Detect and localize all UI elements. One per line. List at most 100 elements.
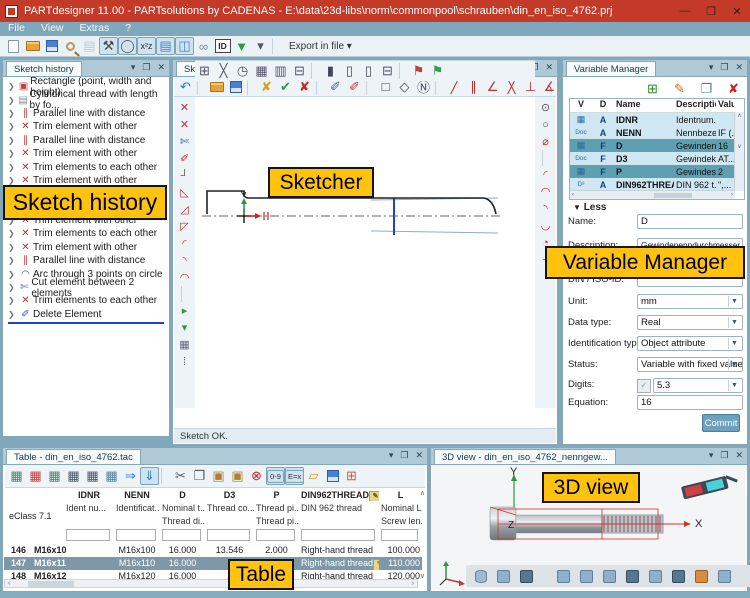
notes-icon[interactable]: ▤ — [80, 37, 99, 55]
variable-row-idnr[interactable]: ▦AIDNRIdentnum... — [570, 113, 744, 126]
fillet-1-icon[interactable]: ◜ — [175, 235, 194, 252]
scroll-left-icon[interactable]: ‹ — [572, 192, 574, 198]
chamfer-3-icon[interactable]: ◸ — [175, 218, 194, 235]
numeric-format-icon[interactable]: 0-9 — [266, 467, 285, 485]
maximize-button[interactable]: ❐ — [698, 5, 724, 18]
expand-chevron-icon[interactable]: ❯ — [8, 96, 17, 105]
hierarchy-icon[interactable]: ⊞ — [342, 467, 361, 485]
history-item-trim-both[interactable]: ❯✕Trim elements to each other — [4, 160, 168, 173]
dropdown-arrow-icon[interactable]: ▼ — [728, 296, 740, 307]
pane-menu-icon[interactable]: ▾ — [709, 450, 714, 461]
less-toggle[interactable]: ▼ Less — [573, 202, 607, 213]
expand-chevron-icon[interactable]: ❯ — [8, 310, 18, 319]
scroll-thumb[interactable] — [28, 581, 74, 587]
flag-green-icon[interactable]: ⚑ — [428, 62, 447, 80]
history-item-parallel-line[interactable]: ❯∥Parallel line with distance — [4, 107, 168, 120]
delete-variable-icon[interactable]: ✘ — [724, 80, 743, 98]
history-item-parallel-line[interactable]: ❯∥Parallel line with distance — [4, 134, 168, 147]
view-cylinder-icon[interactable] — [471, 567, 490, 585]
copy-variable-icon[interactable]: ❐ — [697, 80, 716, 98]
column-header-l[interactable]: L — [379, 489, 422, 501]
view-cube-icon[interactable] — [494, 567, 513, 585]
history-item-delete-element[interactable]: ❯✐Delete Element — [4, 308, 168, 321]
texture-icon[interactable] — [692, 567, 711, 585]
menu-view[interactable]: View — [41, 22, 64, 36]
menu-extras[interactable]: Extras — [80, 22, 110, 36]
circle-center-icon[interactable]: ⊙ — [536, 99, 555, 116]
column-header-d3[interactable]: D3 — [205, 489, 254, 501]
identification-type-field[interactable]: Object attribute▼ — [637, 336, 743, 351]
pane-maximize-icon[interactable]: ❐ — [400, 450, 408, 461]
filter-input-d3[interactable] — [207, 529, 250, 541]
pane-close-icon[interactable]: ✕ — [415, 450, 423, 461]
paste-special-icon[interactable]: ▣ — [228, 467, 247, 485]
pane-close-icon[interactable]: ✕ — [735, 62, 743, 73]
new-document-icon[interactable] — [4, 37, 23, 55]
quick-export-icon[interactable]: ▼ — [232, 37, 251, 55]
save-table-icon[interactable] — [323, 467, 342, 485]
pane-maximize-icon[interactable]: ❐ — [142, 62, 150, 73]
dropdown-arrow-icon[interactable]: ▼ — [728, 380, 740, 391]
trim-1-icon[interactable]: ✕ — [175, 99, 194, 116]
arc-2-icon[interactable]: ◠ — [536, 183, 555, 200]
pane-close-icon[interactable]: ✕ — [545, 62, 553, 73]
scroll-right-icon[interactable]: › — [412, 580, 414, 587]
tab-3d-view[interactable]: 3D view - din_en_iso_4762_nenngew... — [434, 449, 616, 464]
fillet-3-icon[interactable]: ◠ — [175, 269, 194, 286]
chamfer-2-icon[interactable]: ◿ — [175, 201, 194, 218]
ellipse-mode-icon[interactable]: ◯ — [118, 37, 137, 55]
scroll-right-icon[interactable]: › — [731, 192, 733, 198]
variable-row-d3[interactable]: DocFD3Gewindek...AT... — [570, 152, 744, 165]
angle-tool-icon[interactable]: ∡ — [540, 78, 559, 96]
dropdown-arrow-icon[interactable]: ▼ — [728, 359, 740, 370]
equation-format-icon[interactable]: E=x — [285, 467, 304, 485]
scroll-left-icon[interactable]: ‹ — [8, 580, 10, 587]
fillet-2-icon[interactable]: ◝ — [175, 252, 194, 269]
table-view-icon[interactable]: ▦ — [102, 467, 121, 485]
table-row-m16x100[interactable]: 146M16x100M16x10016.00013.5462.000Right-… — [4, 544, 422, 557]
search-icon[interactable] — [61, 37, 80, 55]
table-edit-row-icon[interactable]: ▦ — [45, 467, 64, 485]
name-field[interactable]: D — [637, 214, 743, 229]
sketch-canvas[interactable] — [195, 97, 535, 408]
arc-1-icon[interactable]: ◜ — [536, 166, 555, 183]
column-header-description[interactable]: Description — [674, 99, 716, 112]
scroll-thumb[interactable] — [654, 193, 692, 198]
filter-input-d[interactable] — [162, 529, 201, 541]
pane-maximize-icon[interactable]: ❐ — [720, 450, 728, 461]
table-scroll-up-icon[interactable]: ∧ — [420, 489, 425, 497]
import-table-icon[interactable]: ▱ — [304, 467, 323, 485]
render-mode-icon[interactable] — [669, 567, 688, 585]
rotate-view-icon[interactable]: ◷ — [233, 62, 252, 80]
digits-checkbox[interactable]: ✓ — [637, 379, 651, 393]
pencil-line-icon[interactable]: ✐ — [175, 150, 194, 167]
variable-grid-vscrollbar[interactable]: ∧∨ — [734, 112, 744, 191]
table-row-down-icon[interactable]: ▦ — [83, 467, 102, 485]
quick-export-caret-icon[interactable]: ▾ — [251, 37, 270, 55]
variable-grid-hscrollbar[interactable]: ‹› — [570, 190, 735, 199]
zoom-window-icon[interactable]: ⊞ — [195, 62, 214, 80]
history-item-trim[interactable]: ❯✕Trim element with other — [4, 120, 168, 133]
column-header-din962thread[interactable]: DIN962THREAD✎ — [299, 489, 379, 501]
table-grid[interactable]: IDNRIdent nu...NENNIdentificat...DNomina… — [4, 488, 426, 590]
view-cube-shaded-icon[interactable] — [517, 567, 536, 585]
id-icon[interactable]: ID — [213, 37, 232, 55]
arc-4-icon[interactable]: ◡ — [536, 217, 555, 234]
expand-chevron-icon[interactable]: ❯ — [8, 163, 18, 172]
history-item-trim[interactable]: ❯✕Trim element with other — [4, 241, 168, 254]
zoom-out-icon[interactable]: ╳ — [214, 62, 233, 80]
history-item-trim[interactable]: ❯✕Trim element with other — [4, 147, 168, 160]
variable-grid[interactable]: VDNameDescriptionValue▦AIDNRIdentnum...D… — [569, 98, 745, 200]
equation-field[interactable]: 16 — [637, 395, 743, 410]
paste-icon[interactable]: ▣ — [209, 467, 228, 485]
printer-icon[interactable]: ⊟ — [378, 62, 397, 80]
expand-chevron-icon[interactable]: ❯ — [8, 82, 17, 91]
column-header-d[interactable]: D — [160, 489, 205, 501]
variable-manager-toggle-icon[interactable]: x²z — [137, 37, 156, 55]
pane-close-icon[interactable]: ✕ — [735, 450, 743, 461]
flag-red-icon[interactable]: ⚑ — [409, 62, 428, 80]
trim-2-icon[interactable]: ✕ — [175, 116, 194, 133]
expand-chevron-icon[interactable]: ❯ — [8, 149, 18, 158]
add-variable-icon[interactable]: ⊞ — [643, 80, 662, 98]
bars-2-icon[interactable]: ▯ — [340, 62, 359, 80]
